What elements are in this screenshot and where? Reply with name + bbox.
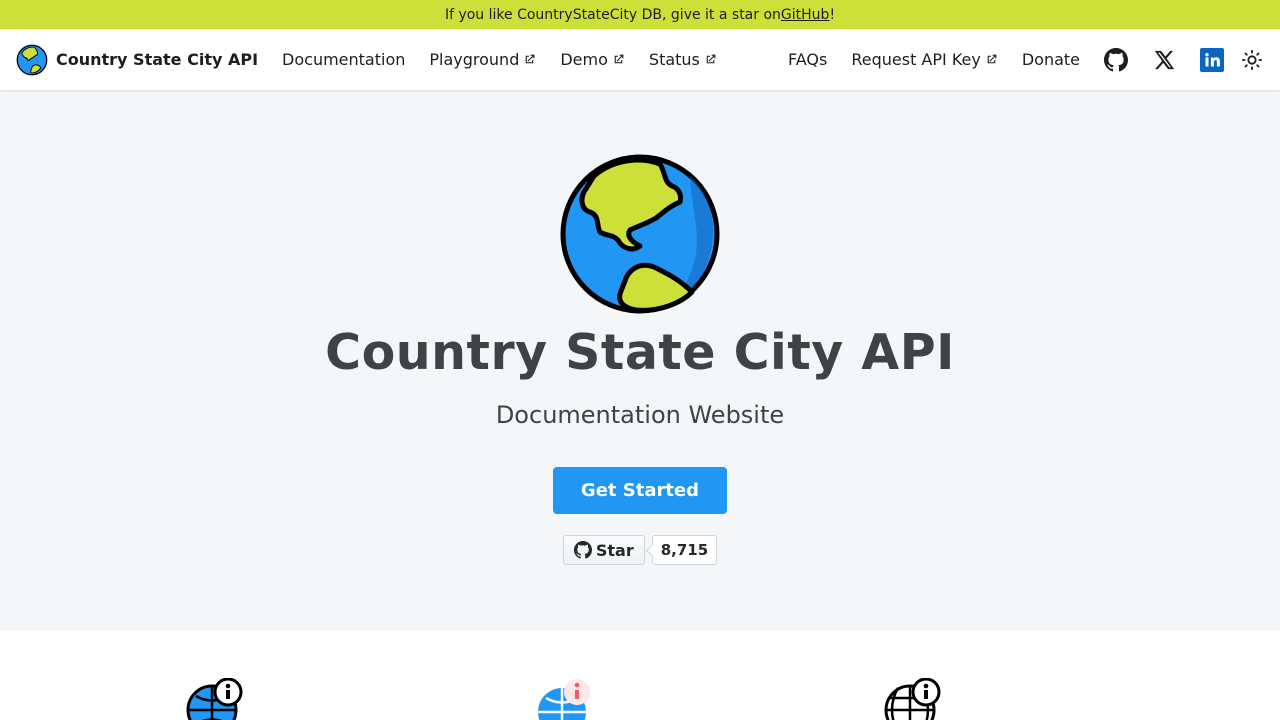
nav-playground-label: Playground — [429, 50, 520, 69]
nav-status-label: Status — [648, 50, 700, 69]
nav-donate-label: Donate — [1021, 50, 1080, 69]
nav-right: FAQs Request API Key Donate — [776, 47, 1264, 72]
announcement-text: If you like CountryStateCity DB, give it… — [444, 6, 781, 23]
globe-hero-icon — [560, 154, 720, 314]
external-link-icon — [706, 54, 716, 64]
nav-donate[interactable]: Donate — [1010, 50, 1092, 69]
nav-demo[interactable]: Demo — [548, 50, 637, 69]
github-star-button[interactable]: Star — [562, 535, 645, 565]
nav-request-api-key-label: Request API Key — [851, 50, 981, 69]
brand-title: Country State City API — [56, 50, 259, 69]
external-link-icon — [987, 54, 997, 64]
nav-playground[interactable]: Playground — [417, 50, 548, 69]
hero-subtitle: Documentation Website — [495, 401, 785, 429]
github-star-label: Star — [595, 540, 634, 560]
github-icon[interactable] — [1104, 47, 1128, 72]
nav-demo-label: Demo — [560, 50, 608, 69]
globe-logo-icon — [16, 44, 48, 75]
globe-info-outline-icon — [884, 678, 941, 720]
brand-link[interactable]: Country State City API — [16, 44, 258, 76]
github-icon — [573, 541, 592, 559]
hero-title: Country State City API — [325, 324, 955, 381]
announcement-github-link[interactable]: GitHub — [781, 7, 830, 23]
github-star-count[interactable]: 8,715 — [651, 535, 718, 565]
github-star-widget: Star 8,715 — [562, 535, 718, 565]
nav-status[interactable]: Status — [637, 50, 729, 69]
announcement-bar: If you like CountryStateCity DB, give it… — [0, 0, 1280, 29]
hero: Country State City API Documentation Web… — [0, 90, 1280, 630]
external-link-icon — [526, 54, 535, 64]
sun-icon[interactable] — [1240, 48, 1264, 72]
globe-info-color-icon — [538, 679, 590, 720]
navbar: Country State City API Documentation Pla… — [0, 29, 1280, 90]
external-link-icon — [614, 54, 624, 64]
x-icon[interactable] — [1152, 48, 1176, 72]
nav-documentation[interactable]: Documentation — [270, 50, 417, 69]
globe-info-icon — [186, 678, 243, 720]
nav-request-api-key[interactable]: Request API Key — [839, 50, 1009, 69]
announcement-suffix: ! — [829, 6, 836, 23]
nav-faqs[interactable]: FAQs — [776, 50, 839, 69]
linkedin-icon[interactable] — [1200, 47, 1224, 72]
nav-left: Documentation Playground Demo Status — [270, 50, 729, 69]
nav-faqs-label: FAQs — [788, 50, 828, 69]
features-section — [0, 630, 1280, 720]
nav-documentation-label: Documentation — [282, 50, 406, 69]
get-started-button[interactable]: Get Started — [553, 467, 727, 514]
